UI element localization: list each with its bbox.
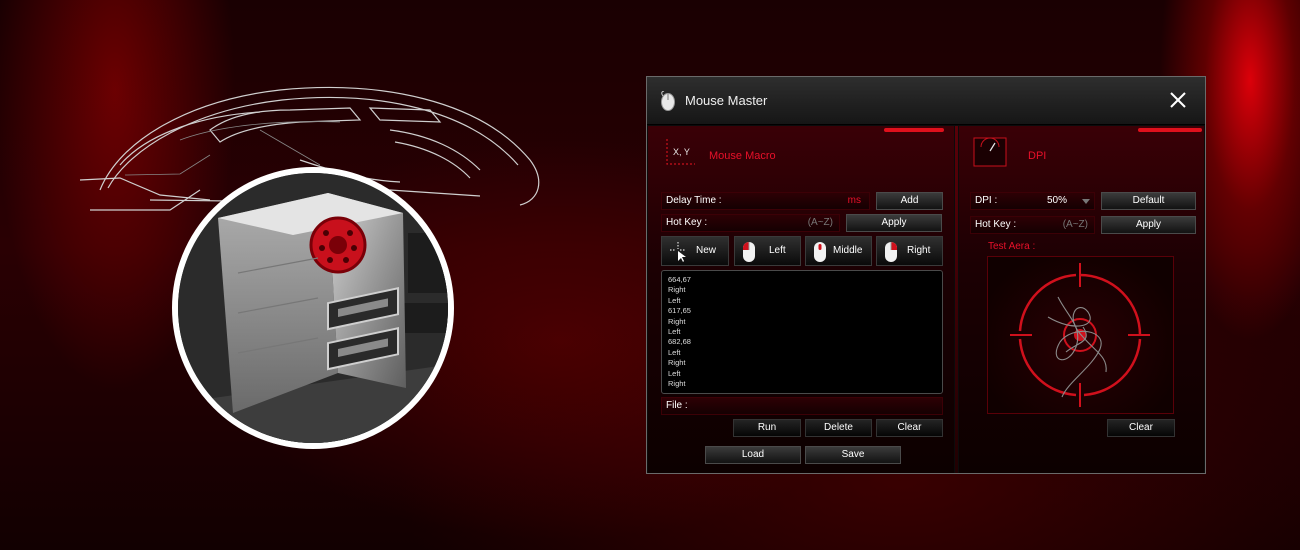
mouse-middle-icon bbox=[814, 242, 826, 262]
dpi-hotkey-label: Hot Key : bbox=[975, 219, 1017, 230]
title-bar[interactable]: Mouse Master bbox=[647, 77, 1205, 125]
test-area[interactable] bbox=[987, 256, 1174, 414]
ps2-port-illustration bbox=[178, 173, 448, 443]
new-label: New bbox=[696, 245, 717, 256]
dpi-section-title: DPI bbox=[1028, 150, 1047, 162]
mouse-icon bbox=[661, 91, 675, 111]
mouse-right-icon bbox=[885, 242, 897, 262]
chevron-down-icon bbox=[1082, 199, 1090, 204]
file-label: File : bbox=[666, 400, 688, 411]
left-click-button[interactable]: Left bbox=[734, 236, 801, 266]
middle-label: Middle bbox=[833, 245, 863, 256]
list-item[interactable]: Left bbox=[668, 369, 936, 379]
macro-hotkey-field[interactable]: Hot Key : (A~Z) bbox=[661, 214, 840, 232]
macro-hotkey-hint: (A~Z) bbox=[807, 217, 833, 228]
right-click-button[interactable]: Right bbox=[876, 236, 943, 266]
dpi-accent-bar bbox=[1138, 128, 1202, 132]
dpi-hotkey-field[interactable]: Hot Key : (A~Z) bbox=[970, 216, 1095, 234]
dpi-label: DPI : bbox=[975, 195, 998, 206]
list-item[interactable]: 664,67 bbox=[668, 275, 936, 285]
cursor-target-icon bbox=[670, 242, 686, 262]
add-button[interactable]: Add bbox=[876, 192, 943, 210]
default-button[interactable]: Default bbox=[1101, 192, 1196, 210]
ps2-port-photo bbox=[172, 167, 454, 449]
save-button[interactable]: Save bbox=[805, 446, 901, 464]
macro-hotkey-label: Hot Key : bbox=[666, 217, 708, 228]
xy-label: X, Y bbox=[673, 147, 690, 157]
macro-section-title: Mouse Macro bbox=[709, 150, 776, 162]
dpi-apply-button[interactable]: Apply bbox=[1101, 216, 1196, 234]
list-item[interactable]: 682,68 bbox=[668, 337, 936, 347]
panel-divider bbox=[955, 126, 958, 473]
macro-clear-button[interactable]: Clear bbox=[876, 419, 943, 437]
mouse-left-icon bbox=[743, 242, 755, 262]
window-title: Mouse Master bbox=[685, 93, 768, 108]
right-label: Right bbox=[907, 245, 931, 256]
list-item[interactable]: 617,65 bbox=[668, 306, 936, 316]
left-label: Left bbox=[769, 245, 786, 256]
new-macro-button[interactable]: New bbox=[661, 236, 729, 266]
delay-unit: ms bbox=[847, 195, 861, 206]
file-field[interactable]: File : bbox=[661, 397, 943, 415]
dpi-gauge-icon bbox=[973, 137, 1007, 167]
list-item[interactable]: Right bbox=[668, 379, 936, 389]
dpi-value: 50% bbox=[1047, 195, 1068, 206]
list-item[interactable]: Right bbox=[668, 317, 936, 327]
middle-click-button[interactable]: Middle bbox=[805, 236, 872, 266]
dpi-clear-button[interactable]: Clear bbox=[1107, 419, 1175, 437]
close-icon[interactable] bbox=[1167, 89, 1189, 111]
list-item[interactable]: Left bbox=[668, 348, 936, 358]
dpi-select[interactable]: DPI : 50% bbox=[970, 192, 1095, 210]
load-button[interactable]: Load bbox=[705, 446, 801, 464]
xy-axis-icon: X, Y bbox=[666, 139, 695, 165]
list-item[interactable]: Left bbox=[668, 296, 936, 306]
test-area-label: Test Aera : bbox=[988, 241, 1036, 252]
delay-time-label: Delay Time : bbox=[666, 195, 722, 206]
list-item[interactable]: Right bbox=[668, 358, 936, 368]
pointer-trail bbox=[1047, 296, 1107, 398]
list-item[interactable]: Right bbox=[668, 285, 936, 295]
delete-button[interactable]: Delete bbox=[805, 419, 872, 437]
macro-event-list[interactable]: 664,67 Right Left 617,65 Right Left 682,… bbox=[661, 270, 943, 394]
macro-accent-bar bbox=[884, 128, 944, 132]
dpi-hotkey-hint: (A~Z) bbox=[1062, 219, 1088, 230]
list-item[interactable]: Left bbox=[668, 327, 936, 337]
crosshair-target-icon bbox=[1010, 263, 1150, 407]
macro-apply-button[interactable]: Apply bbox=[846, 214, 942, 232]
run-button[interactable]: Run bbox=[733, 419, 801, 437]
delay-time-field[interactable]: Delay Time : ms bbox=[661, 192, 870, 210]
